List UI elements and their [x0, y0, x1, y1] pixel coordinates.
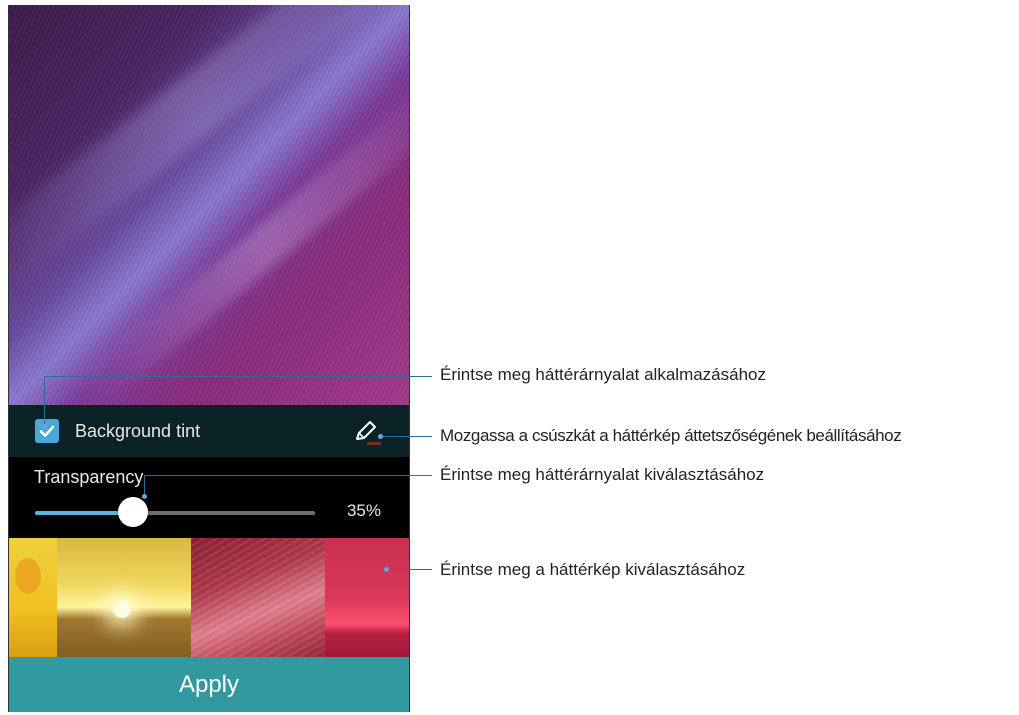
callout-select-wallpaper: Érintse meg a háttérkép kiválasztásához — [440, 560, 746, 579]
callout-line — [44, 376, 45, 426]
callout-dot — [142, 494, 147, 499]
wallpaper-thumbnail[interactable] — [57, 538, 191, 657]
wallpaper-thumbnail[interactable] — [325, 538, 409, 657]
background-tint-label: Background tint — [75, 420, 201, 441]
callout-dot — [42, 424, 47, 429]
transparency-section: Transparency 35% — [9, 457, 409, 538]
callout-line — [144, 475, 432, 476]
background-tint-checkbox[interactable] — [35, 419, 59, 443]
background-tint-row[interactable]: Background tint — [9, 405, 409, 457]
transparency-value: 35% — [346, 501, 381, 520]
callout-line — [380, 436, 432, 437]
slider-thumb[interactable] — [118, 497, 148, 527]
wallpaper-thumbnail[interactable] — [9, 538, 57, 657]
wallpaper-thumbnails — [9, 538, 409, 657]
callout-dot — [378, 434, 383, 439]
phone-screen: Background tint Transparency 35% Apply — [8, 5, 410, 712]
check-icon — [39, 425, 55, 437]
callout-line — [386, 569, 432, 570]
transparency-slider[interactable] — [35, 497, 315, 527]
callout-line — [44, 376, 432, 377]
callout-dot — [384, 567, 389, 572]
callout-select-tint: Érintse meg háttérárnyalat kiválasztásáh… — [440, 465, 765, 484]
wallpaper-thumbnail[interactable] — [191, 538, 325, 657]
callout-slider: Mozgassa a csúszkát a háttérkép áttetsző… — [440, 426, 902, 445]
apply-button[interactable]: Apply — [9, 657, 409, 712]
callout-apply-tint: Érintse meg háttérárnyalat alkalmazásáho… — [440, 365, 766, 384]
pencil-icon[interactable] — [351, 417, 383, 447]
transparency-label: Transparency — [34, 467, 144, 487]
wallpaper-preview — [9, 5, 409, 416]
